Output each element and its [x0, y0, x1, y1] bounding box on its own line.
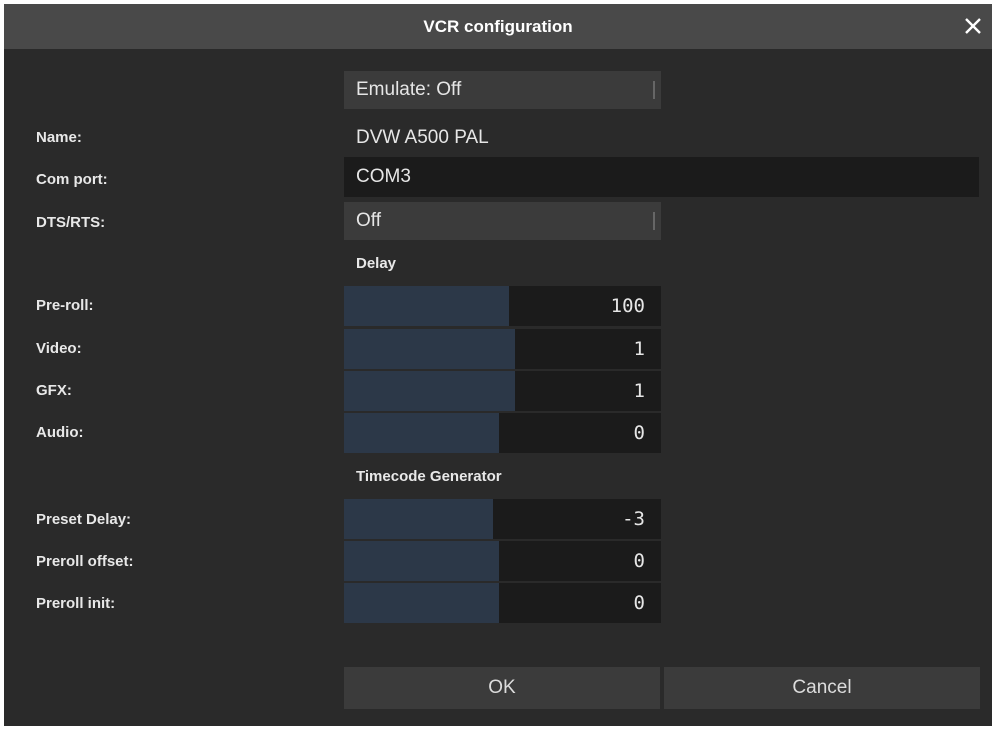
preset-delay-slider-fill: [344, 499, 493, 539]
vcr-configuration-dialog: VCR configuration Emulate: Off Name: DVW…: [4, 4, 992, 726]
ok-button[interactable]: OK: [344, 667, 660, 709]
video-slider-fill: [344, 329, 516, 369]
preroll-offset-label: Preroll offset:: [36, 553, 134, 570]
com-port-value: COM3: [356, 166, 411, 187]
gfx-value: 1: [633, 380, 645, 402]
gfx-slider[interactable]: 1: [344, 371, 661, 411]
preroll-offset-slider-fill: [344, 541, 500, 581]
close-icon: [965, 18, 981, 34]
dropdown-indicator-icon: [653, 81, 655, 99]
video-label: Video:: [36, 340, 82, 357]
dts-rts-dropdown[interactable]: Off: [344, 202, 661, 240]
audio-label: Audio:: [36, 424, 84, 441]
preset-delay-value: -3: [622, 508, 645, 530]
video-value: 1: [633, 338, 645, 360]
audio-slider[interactable]: 0: [344, 413, 661, 453]
dts-rts-value: Off: [356, 210, 381, 231]
preset-delay-label: Preset Delay:: [36, 511, 132, 528]
close-button[interactable]: [958, 11, 988, 41]
preroll-init-slider[interactable]: 0: [344, 583, 661, 623]
preroll-offset-value: 0: [633, 550, 645, 572]
cancel-button-label: Cancel: [792, 677, 852, 698]
preroll-init-label: Preroll init:: [36, 595, 116, 612]
timecode-section-title: Timecode Generator: [356, 468, 502, 485]
ok-button-label: OK: [488, 677, 516, 698]
audio-value: 0: [633, 422, 645, 444]
preroll-offset-slider[interactable]: 0: [344, 541, 661, 581]
title-bar: VCR configuration: [4, 4, 992, 49]
video-slider[interactable]: 1: [344, 329, 661, 369]
emulate-value: Emulate: Off: [356, 79, 462, 100]
preroll-init-slider-fill: [344, 583, 500, 623]
emulate-dropdown[interactable]: Emulate: Off: [344, 71, 661, 109]
name-label: Name:: [36, 129, 82, 146]
preroll-value: 100: [610, 295, 645, 317]
gfx-label: GFX:: [36, 382, 72, 399]
gfx-slider-fill: [344, 371, 516, 411]
preroll-slider[interactable]: 100: [344, 286, 661, 326]
delay-section-title: Delay: [356, 255, 397, 272]
dialog-title: VCR configuration: [423, 16, 573, 36]
audio-slider-fill: [344, 413, 500, 453]
preroll-label: Pre-roll:: [36, 297, 94, 314]
preroll-init-value: 0: [633, 592, 645, 614]
dropdown-indicator-icon: [653, 212, 655, 230]
preroll-slider-fill: [344, 286, 509, 326]
preset-delay-slider[interactable]: -3: [344, 499, 661, 539]
dts-rts-label: DTS/RTS:: [36, 214, 106, 231]
com-port-label: Com port:: [36, 171, 108, 188]
com-port-input[interactable]: COM3: [344, 157, 979, 197]
name-value: DVW A500 PAL: [356, 127, 489, 148]
cancel-button[interactable]: Cancel: [664, 667, 980, 709]
